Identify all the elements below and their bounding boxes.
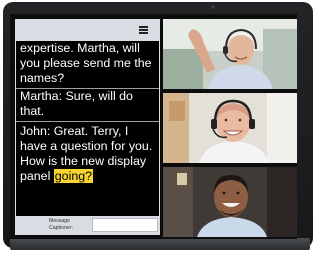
- caption-entry: John: Great. Terry, I have a question fo…: [16, 122, 159, 186]
- message-bar: Message Captioner:: [15, 216, 160, 235]
- caption-speaker: Martha:: [20, 89, 63, 103]
- message-captioner-input[interactable]: [92, 218, 158, 232]
- caption-entry: expertise. Martha, will you please send …: [16, 41, 159, 89]
- screen: expertise. Martha, will you please send …: [10, 14, 297, 239]
- video-tile-participant-2[interactable]: [163, 93, 297, 163]
- participant-1-video: [163, 19, 297, 89]
- caption-text: expertise. Martha, will you please send …: [20, 41, 152, 85]
- participant-3-video: [163, 167, 297, 237]
- webcam-dot: [211, 5, 215, 9]
- hamburger-menu-icon[interactable]: [139, 26, 148, 34]
- caption-entry: Martha: Sure, will do that.: [16, 89, 159, 122]
- caption-header: [15, 19, 160, 39]
- video-tile-participant-1[interactable]: [163, 19, 297, 89]
- caption-speaker: John:: [20, 124, 51, 138]
- participant-2-video: [163, 93, 297, 163]
- video-tile-participant-3[interactable]: [163, 167, 297, 237]
- message-captioner-label: Message Captioner:: [49, 218, 73, 231]
- caption-transcript: expertise. Martha, will you please send …: [16, 41, 159, 216]
- laptop-base: [10, 238, 310, 250]
- caption-panel: expertise. Martha, will you please send …: [15, 19, 160, 235]
- caption-highlight: going?: [53, 169, 93, 183]
